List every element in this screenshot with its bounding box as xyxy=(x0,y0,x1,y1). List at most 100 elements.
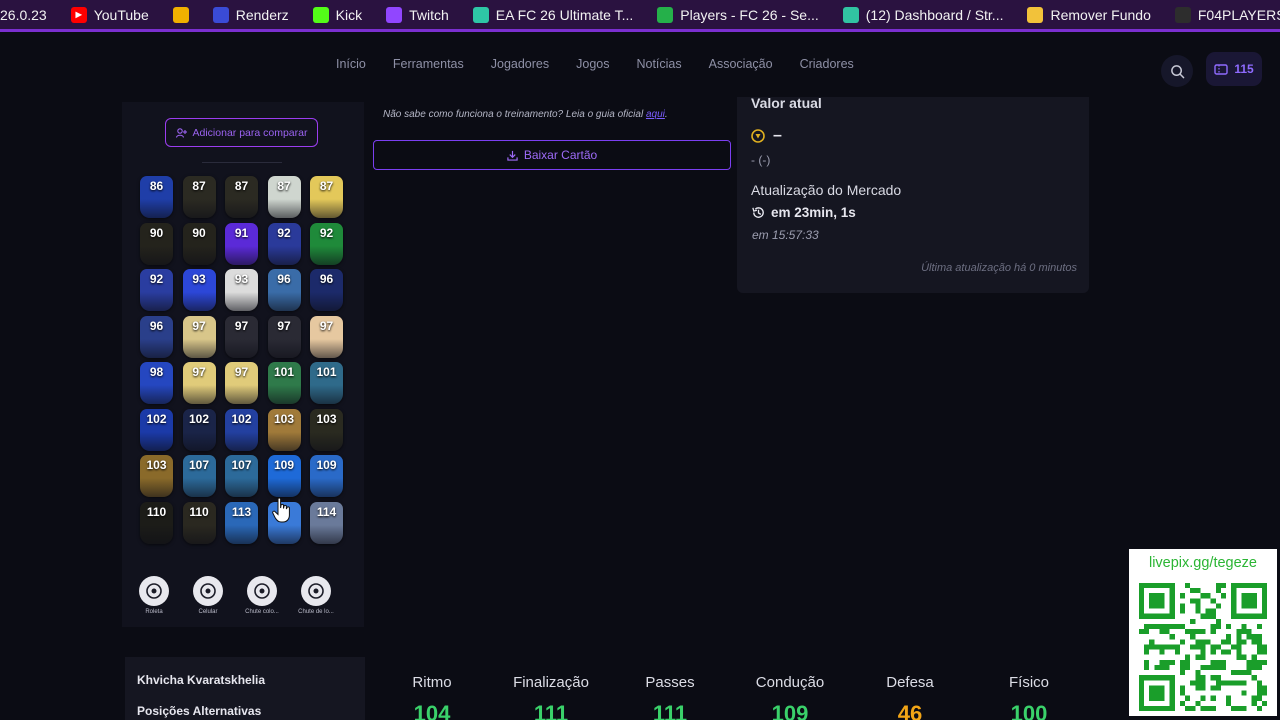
stat-0: Ritmo 104 xyxy=(372,674,492,720)
player-card[interactable]: 114 xyxy=(310,501,343,544)
player-card[interactable]: 97 xyxy=(267,315,301,358)
player-card[interactable]: 101 xyxy=(267,362,301,404)
category-label: Celular xyxy=(198,609,218,615)
bookmark-label: 26.0.23 xyxy=(0,6,47,23)
player-card[interactable]: 97 xyxy=(182,315,216,358)
nav-link-1[interactable]: Ferramentas xyxy=(393,57,464,71)
player-card[interactable]: 90 xyxy=(140,222,173,265)
category-2[interactable]: Chute colo... xyxy=(245,576,279,615)
nav-link-3[interactable]: Jogos xyxy=(576,57,609,71)
category-0[interactable]: Roleta xyxy=(138,576,170,615)
nav-link-0[interactable]: Início xyxy=(336,57,366,71)
history-icon xyxy=(752,207,764,218)
card-rating: 101 xyxy=(273,365,295,379)
bookmark-4[interactable]: Kick xyxy=(301,6,374,23)
futbin-icon xyxy=(657,6,674,23)
card-rating: 96 xyxy=(149,318,164,333)
player-card[interactable]: 102 xyxy=(225,408,258,451)
player-card[interactable]: 97 xyxy=(225,315,258,358)
player-card[interactable]: 110 xyxy=(182,501,216,544)
bookmark-8[interactable]: (12) Dashboard / Str... xyxy=(831,6,1016,23)
card-rating: 97 xyxy=(277,318,291,333)
player-card[interactable]: 91 xyxy=(225,222,258,265)
player-card[interactable]: 101 xyxy=(310,362,343,404)
download-icon xyxy=(507,150,518,161)
player-card[interactable]: 87 xyxy=(310,176,343,218)
player-card[interactable]: 107 xyxy=(182,455,216,497)
player-card[interactable]: 103 xyxy=(140,455,173,497)
category-1[interactable]: Celular xyxy=(192,576,224,615)
coin-icon xyxy=(751,129,765,143)
nav-link-5[interactable]: Associação xyxy=(709,57,773,71)
player-card[interactable]: 96 xyxy=(310,269,343,311)
player-card[interactable]: 90 xyxy=(182,222,216,265)
player-versions-panel: Adicionar para comparar 86 87 87 87 87 90 90 91… xyxy=(122,102,364,627)
player-card[interactable]: 113 xyxy=(225,501,258,544)
stat-label: Finalização xyxy=(513,674,589,691)
bookmark-10[interactable]: F04PLAYERS xyxy=(1163,6,1280,23)
player-card[interactable]: 93 xyxy=(225,269,258,311)
player-card[interactable]: 87 xyxy=(225,176,258,218)
player-card[interactable]: 103 xyxy=(267,408,301,451)
training-guide-text: Não sabe como funciona o treinamento? Le… xyxy=(383,109,668,120)
card-rating: 87 xyxy=(319,179,334,193)
player-card[interactable]: 97 xyxy=(225,362,258,404)
card-rating: 103 xyxy=(316,411,337,426)
card-rating: 93 xyxy=(192,272,206,286)
player-card[interactable]: 103 xyxy=(310,408,343,451)
stat-value: 111 xyxy=(533,701,569,720)
card-rating: 96 xyxy=(277,272,291,286)
player-card[interactable]: 96 xyxy=(140,315,173,358)
player-card[interactable]: 109 xyxy=(310,455,343,497)
bookmark-2[interactable] xyxy=(161,6,201,23)
bookmark-9[interactable]: Remover Fundo xyxy=(1015,6,1162,23)
category-label: Chute colo... xyxy=(245,609,279,615)
player-card[interactable]: 102 xyxy=(140,408,173,451)
bookmark-1[interactable]: ▶ YouTube xyxy=(59,6,161,23)
player-card[interactable]: 92 xyxy=(140,269,173,311)
player-card[interactable]: 93 xyxy=(182,269,216,311)
player-card[interactable]: 87 xyxy=(267,176,301,218)
player-card[interactable]: 96 xyxy=(267,269,301,311)
player-card[interactable]: 107 xyxy=(225,455,258,497)
add-user-icon xyxy=(175,127,187,138)
bookmark-3[interactable]: Renderz xyxy=(201,6,301,23)
guide-link[interactable]: aqui xyxy=(646,109,665,120)
player-card[interactable]: 110 xyxy=(140,501,173,544)
download-card-button[interactable]: Baixar Cartão xyxy=(373,140,731,170)
player-card[interactable]: 98 xyxy=(140,362,173,404)
long-shot-icon xyxy=(301,576,331,606)
card-rating: 110 xyxy=(189,504,209,519)
shot-icon xyxy=(247,576,277,606)
bookmarks-bar: 26.0.23 ▶ YouTube Renderz Kick Twitch EA FC 26… xyxy=(0,0,1280,32)
player-name: Khvicha Kvaratskhelia xyxy=(137,673,266,687)
stat-label: Ritmo xyxy=(412,674,452,691)
player-card[interactable]: 97 xyxy=(182,362,216,404)
search-button[interactable] xyxy=(1161,55,1193,87)
card-rating: 103 xyxy=(146,458,167,472)
bookmark-6[interactable]: EA FC 26 Ultimate T... xyxy=(461,6,645,23)
player-card[interactable]: 102 xyxy=(182,408,216,451)
player-info-box: Khvicha Kvaratskhelia Posições Alternati… xyxy=(125,657,365,720)
player-card[interactable]: 92 xyxy=(310,222,343,265)
coins-badge[interactable]: 115 xyxy=(1206,52,1262,86)
value-change: - (-) xyxy=(751,153,771,167)
f04-icon xyxy=(1174,6,1191,23)
nav-link-2[interactable]: Jogadores xyxy=(491,57,549,71)
bookmark-0[interactable]: 26.0.23 xyxy=(0,7,59,23)
player-card[interactable]: 97 xyxy=(310,315,343,358)
bookmark-7[interactable]: Players - FC 26 - Se... xyxy=(645,6,830,23)
player-card[interactable]: 92 xyxy=(267,222,301,265)
nav-link-4[interactable]: Notícias xyxy=(636,57,681,71)
nav-link-6[interactable]: Criadores xyxy=(800,57,854,71)
player-card[interactable]: 109 xyxy=(267,455,301,497)
roulette-icon xyxy=(139,576,169,606)
category-3[interactable]: Chute de lo... xyxy=(298,576,334,615)
bookmark-5[interactable]: Twitch xyxy=(374,6,461,23)
bookmark-label: YouTube xyxy=(93,6,149,23)
player-card[interactable]: 86 xyxy=(140,176,173,218)
add-to-compare-button[interactable]: Adicionar para comparar xyxy=(165,118,318,147)
card-rating: 107 xyxy=(188,458,210,472)
player-card[interactable]: 87 xyxy=(182,176,216,218)
coins-count: 115 xyxy=(1234,62,1254,76)
